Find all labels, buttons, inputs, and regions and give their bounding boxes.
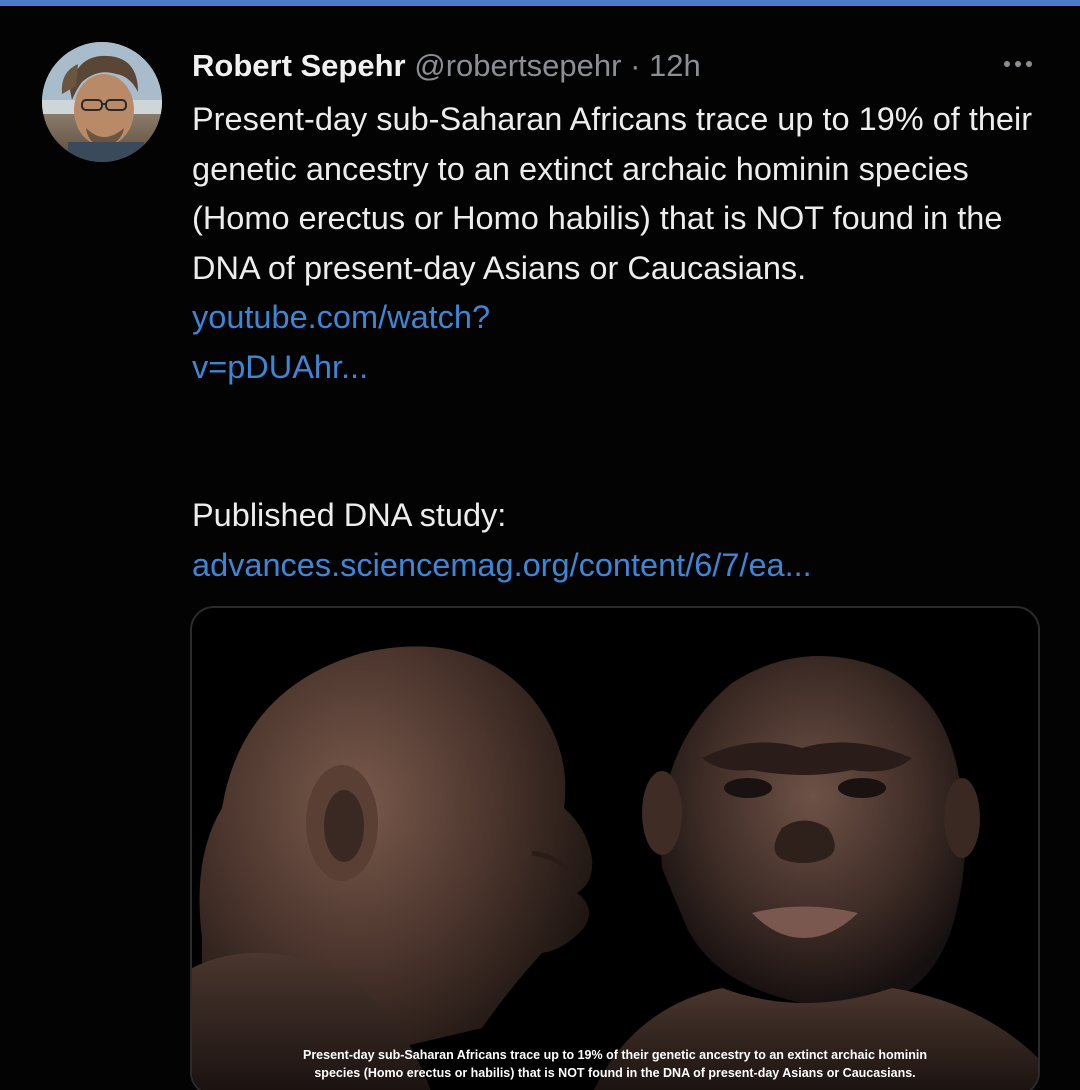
tweet-body: Present-day sub-Saharan Africans trace u… bbox=[192, 101, 1033, 286]
tweet-image[interactable]: Present-day sub-Saharan Africans trace u… bbox=[190, 606, 1040, 1090]
sciencemag-link[interactable]: advances.sciencemag.org/content/6/7/ea..… bbox=[192, 547, 812, 583]
image-caption-line-2: species (Homo erectus or habilis) that i… bbox=[314, 1066, 916, 1080]
avatar[interactable] bbox=[42, 42, 162, 162]
tweet-text: Present-day sub-Saharan Africans trace u… bbox=[192, 95, 1052, 590]
header-separator: · bbox=[621, 48, 650, 83]
image-caption-line-1: Present-day sub-Saharan Africans trace u… bbox=[302, 1048, 928, 1062]
tweet-timestamp[interactable]: 12h bbox=[649, 48, 701, 83]
tweet-card[interactable]: Robert Sepehr @robertsepehr · 12h Presen… bbox=[0, 6, 1080, 1090]
youtube-link[interactable]: youtube.com/watch? v=pDUAhr... bbox=[192, 299, 490, 385]
author-name[interactable]: Robert Sepehr bbox=[192, 48, 406, 83]
author-handle[interactable]: @robertsepehr bbox=[414, 48, 621, 83]
study-label: Published DNA study: bbox=[192, 497, 507, 533]
hominin-reconstruction-image bbox=[192, 608, 1038, 1090]
more-options-button[interactable] bbox=[1000, 46, 1036, 82]
tweet-header: Robert Sepehr @robertsepehr · 12h bbox=[192, 44, 701, 88]
image-caption: Present-day sub-Saharan Africans trace u… bbox=[192, 1046, 1038, 1082]
ellipsis-icon bbox=[1004, 61, 1032, 67]
